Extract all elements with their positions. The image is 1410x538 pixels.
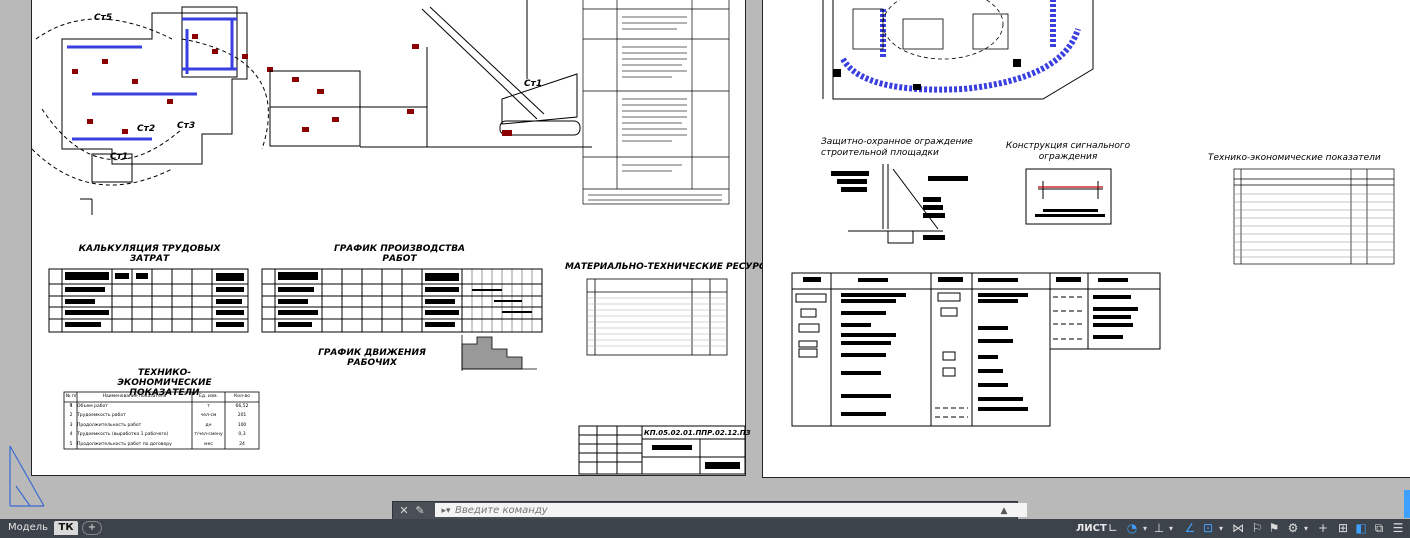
- tep-cell-unit: мес: [204, 441, 213, 447]
- tep-header: № п/п Наименование показателя Ед. изм. К…: [64, 392, 259, 408]
- units-icon[interactable]: ⊞: [1336, 521, 1350, 536]
- tep-cell-unit: т/чел-смену: [194, 432, 223, 438]
- polar-tracking-icon[interactable]: ∠: [1182, 521, 1198, 536]
- ucs-icon: [9, 445, 45, 507]
- dropdown-icon[interactable]: ▾: [1141, 521, 1149, 536]
- drawing-sheet-left[interactable]: Ст5 Ст2 Ст3 Ст1 Ст1 КАЛЬКУЛЯЦИЯ ТРУДОВЫХ…: [31, 0, 775, 476]
- workers-title: ГРАФИК ДВИЖЕНИЯ РАБОЧИХ: [318, 348, 426, 368]
- tep-cell-unit: чел-см: [200, 413, 217, 419]
- tep-header-name: Наименование показателя: [102, 394, 167, 399]
- settings-wrench-icon[interactable]: ✎: [413, 503, 427, 519]
- tep-row: 5 Продолжительность работ по договору мес 2…: [64, 440, 259, 449]
- hardware-acceleration-icon[interactable]: ◧: [1354, 521, 1368, 536]
- signal-fence-title: Конструкция сигнального ограждения: [1005, 141, 1131, 162]
- ortho-icon[interactable]: ⊥: [1152, 521, 1166, 536]
- layout-mode-label[interactable]: ЛИСТ: [1076, 521, 1107, 536]
- dynamic-input-icon[interactable]: ◔: [1124, 521, 1140, 536]
- command-line: ✕ ✎ ▸▾ ▲: [392, 501, 1027, 521]
- tep-cell-qty: 24: [239, 441, 245, 447]
- object-snap-icon[interactable]: ⊡: [1200, 521, 1216, 536]
- command-input[interactable]: [435, 503, 1027, 517]
- add-layout-button[interactable]: +: [82, 521, 102, 535]
- calc-title: КАЛЬКУЛЯЦИЯ ТРУДОВЫХ ЗАТРАТ: [78, 244, 221, 264]
- tep-cell-num: 4: [69, 432, 73, 438]
- crane-label: Ст1: [524, 79, 543, 89]
- plan-label-st1: Ст1: [110, 152, 129, 162]
- tep-cell-name: Объем работ: [77, 404, 108, 409]
- resources-title: МАТЕРИАЛЬНО-ТЕХНИЧЕСКИЕ РЕСУРСЫ: [565, 262, 775, 272]
- plan-label-st2: Ст2: [137, 124, 156, 134]
- schedule-title: ГРАФИК ПРОИЗВОДСТВА РАБОТ: [333, 244, 466, 264]
- tep-cell-unit: дн: [205, 422, 212, 428]
- dropdown-icon[interactable]: ▾: [1302, 521, 1310, 536]
- annotation-visibility-icon[interactable]: ⚐: [1249, 521, 1265, 536]
- tep-cell-num: 2: [69, 413, 73, 419]
- command-prompt-icon[interactable]: ▸▾: [437, 504, 455, 518]
- plan-label-st5: Ст5: [94, 13, 113, 23]
- tep-table: № п/п Наименование показателя Ед. изм. К…: [64, 392, 259, 449]
- tep-row: 3 Продолжительность работ дн 100: [64, 421, 259, 430]
- tep-cell-name: Трудоемкость работ: [77, 413, 126, 419]
- close-icon[interactable]: ✕: [397, 503, 411, 519]
- vertical-scrollbar-thumb[interactable]: [1404, 490, 1410, 518]
- tep-cell-qty: 100: [237, 422, 247, 428]
- tab-tk[interactable]: ТК: [54, 521, 78, 535]
- tep-cell-num: 3: [69, 422, 73, 428]
- tep-cell-num: 1: [69, 404, 73, 409]
- tep-row: 1 Объем работ т 66,52: [64, 402, 259, 411]
- tep-cell-qty: 66,52: [235, 404, 249, 409]
- drawing-sheet-right[interactable]: Защитно-охранное ограждение строительной…: [762, 0, 1410, 478]
- tep-cell-unit: т: [207, 404, 210, 409]
- drawing-sheet-right-graphics: [791, 0, 1395, 427]
- annotation-scale-icon[interactable]: ⚑: [1266, 521, 1282, 536]
- tep-cell-name: Продолжительность работ по договору: [77, 441, 172, 447]
- plus-icon[interactable]: +: [1316, 521, 1330, 536]
- status-bar: Модель ТК + ЛИСТ ∟ ◔ ▾ ⊥ ▾ ∠ ⊡ ▾ ⋈ ⚐ ⚑ ⚙…: [0, 519, 1410, 538]
- isolate-objects-icon[interactable]: ⧉: [1372, 521, 1386, 536]
- history-arrow-icon[interactable]: ▲: [997, 503, 1011, 519]
- plan-label-st3: Ст3: [177, 121, 196, 131]
- tep-header-unit: Ед. изм.: [199, 394, 218, 399]
- dropdown-icon[interactable]: ▾: [1167, 521, 1175, 536]
- tep-header-qty: Кол-во: [234, 394, 250, 399]
- fence-title: Защитно-охранное ограждение строительной…: [821, 137, 973, 158]
- tep-cell-name: Продолжительность работ: [77, 422, 142, 428]
- title-block-code: КП.05.02.01.ППР.02.12.ПЗ: [644, 429, 751, 437]
- isometric-drafting-icon[interactable]: ⋈: [1230, 521, 1246, 536]
- tab-model[interactable]: Модель: [6, 521, 50, 535]
- gear-icon[interactable]: ⚙: [1286, 521, 1300, 536]
- tep-row: 2 Трудоемкость работ чел-см 201: [64, 411, 259, 420]
- tep-cell-num: 5: [69, 441, 73, 447]
- grid-snap-icon[interactable]: ∟: [1106, 521, 1120, 536]
- dropdown-icon[interactable]: ▾: [1217, 521, 1225, 536]
- tep-cell-qty: 201: [237, 413, 247, 419]
- tep-row: 4 Трудоемкость (выработка 1 рабочего) т/че…: [64, 430, 259, 439]
- tep-right-title: Технико-экономические показатели: [1208, 153, 1381, 163]
- menu-icon[interactable]: ☰: [1390, 521, 1406, 536]
- tep-cell-name: Трудоемкость (выработка 1 рабочего): [77, 432, 169, 438]
- tep-cell-qty: 0,3: [238, 432, 246, 438]
